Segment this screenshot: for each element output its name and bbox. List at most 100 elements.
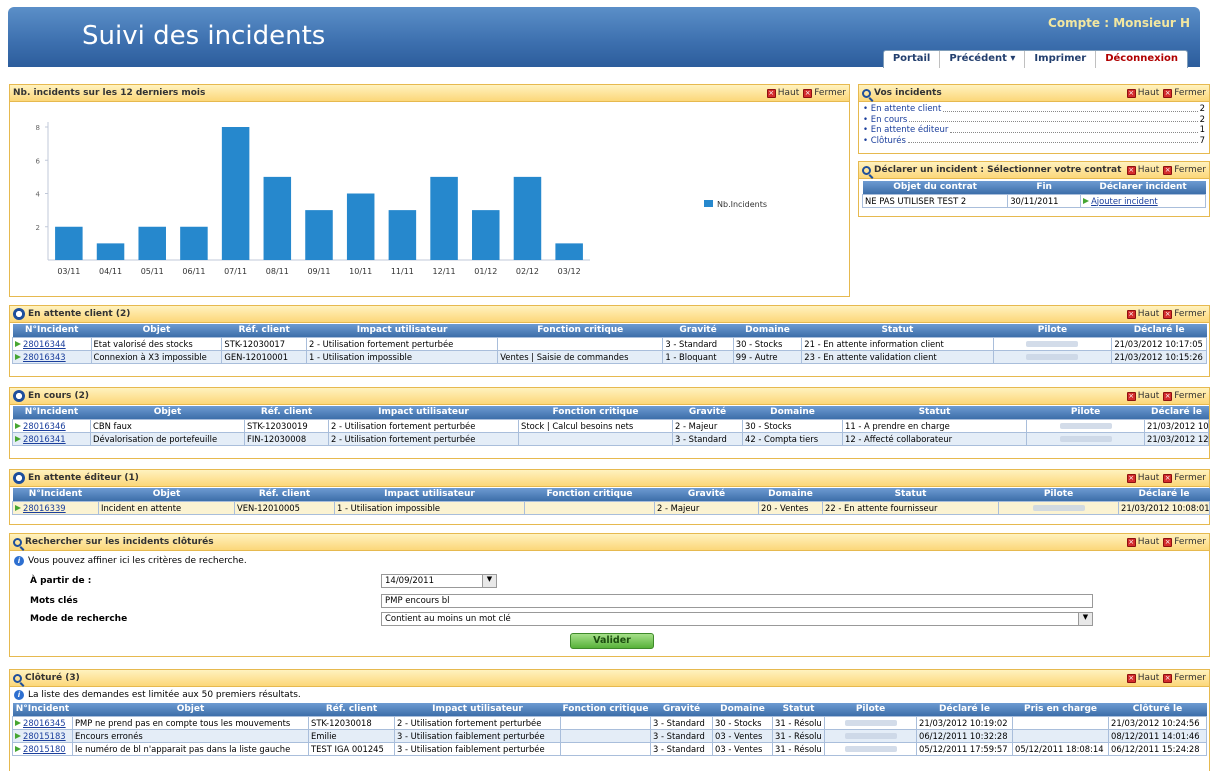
redacted-name — [844, 719, 897, 726]
app-header: Suivi des incidents Compte : Monsieur H … — [8, 7, 1200, 68]
x-tick-label: 01/12 — [474, 267, 497, 276]
vos-item[interactable]: • Clôturés 7 — [863, 136, 1205, 147]
nav-imprimer[interactable]: Imprimer — [1025, 51, 1097, 68]
haut-button[interactable]: × Haut — [1126, 88, 1159, 98]
arrow-icon — [15, 354, 21, 360]
mode-select[interactable]: Contient au moins un mot clé ▼ — [381, 612, 1093, 626]
table-row[interactable]: 28016344 Etat valorisé des stocks STK-1203… — [12, 336, 1207, 351]
table-cell: 2 - Utilisation fortement perturbée — [305, 336, 499, 351]
col-header: Réf. client — [234, 488, 335, 501]
info-icon: i — [14, 556, 24, 566]
table-cell: 3 - Standard — [662, 336, 734, 351]
incident-link[interactable]: 28015183 — [12, 728, 73, 743]
haut-button[interactable]: × Haut — [1126, 165, 1159, 175]
fermer-button[interactable]: × Fermer — [1163, 165, 1206, 175]
bar — [96, 243, 125, 260]
redacted-name — [1059, 422, 1112, 429]
keywords-input[interactable]: PMP encours bl — [381, 594, 1093, 608]
collapse-icon: × — [1126, 309, 1136, 319]
table-cell: 23 - En attente validation client — [801, 349, 994, 364]
table-cell — [560, 728, 651, 743]
col-header: Domaine — [742, 406, 843, 419]
table-cell: VEN-12010005 — [234, 500, 335, 515]
haut-button[interactable]: × Haut — [1126, 391, 1159, 401]
fermer-button[interactable]: × Fermer — [1163, 391, 1206, 401]
chevron-down-icon[interactable]: ▼ — [1078, 613, 1092, 625]
table-row[interactable]: 28015183 Encours erronés Emilie 3 - Utilisa… — [12, 728, 1207, 743]
col-header: Domaine — [712, 703, 773, 716]
col-header: Pilote — [998, 488, 1119, 501]
table-row[interactable]: 28016346 CBN faux STK-12030019 2 - Utilisat… — [12, 418, 1209, 433]
close-icon: × — [1163, 473, 1173, 483]
chevron-down-icon[interactable]: ▼ — [482, 575, 496, 587]
col-header: Fonction critique — [518, 406, 673, 419]
redacted-name — [844, 745, 897, 752]
haut-button[interactable]: × Haut — [1126, 537, 1159, 547]
fermer-button[interactable]: × Fermer — [1163, 309, 1206, 319]
incident-link[interactable]: 28016343 — [12, 349, 92, 364]
editeur-table: N°Incident Objet Réf. client Impact utilisa… — [12, 488, 1210, 515]
close-icon: × — [1163, 88, 1173, 98]
col-header: Gravité — [662, 324, 734, 337]
table-row[interactable]: 28016345 PMP ne prend pas en compte tous … — [12, 715, 1207, 730]
nav-precedent[interactable]: Précédent ▾ — [940, 51, 1026, 68]
add-incident-label[interactable]: Ajouter incident — [1091, 196, 1158, 206]
incident-link[interactable]: 28016345 — [12, 715, 73, 730]
table-row[interactable]: 28016341 Dévalorisation de portefeuille FI… — [12, 431, 1209, 446]
recherche-title: Rechercher sur les incidents clôturés — [25, 537, 214, 547]
contract-objet: NE PAS UTILISER TEST 2 — [861, 193, 1009, 208]
haut-button[interactable]: × Haut — [766, 88, 799, 98]
table-cell: 21/03/2012 10:20:16 — [1144, 418, 1209, 433]
fermer-button[interactable]: × Fermer — [1163, 673, 1206, 683]
table-row[interactable]: 28015180 le numéro de bl n'apparait pas d… — [12, 741, 1207, 756]
fermer-button[interactable]: × Fermer — [1163, 88, 1206, 98]
nav-portail[interactable]: Portail — [884, 51, 941, 68]
vos-item[interactable]: • En attente éditeur 1 — [863, 125, 1205, 136]
nav-deconnexion[interactable]: Déconnexion — [1096, 51, 1187, 68]
vos-item[interactable]: • En attente client 2 — [863, 104, 1205, 115]
incident-link[interactable]: 28015180 — [12, 741, 73, 756]
table-row[interactable]: 28016343 Connexion à X3 impossible GEN-120… — [12, 349, 1207, 364]
table-cell — [497, 336, 664, 351]
haut-button[interactable]: × Haut — [1126, 309, 1159, 319]
fermer-button[interactable]: × Fermer — [803, 88, 846, 98]
incident-link[interactable]: 28016344 — [12, 336, 92, 351]
haut-button[interactable]: × Haut — [1126, 673, 1159, 683]
table-cell: STK-12030018 — [308, 715, 395, 730]
table-cell: 30 - Stocks — [732, 336, 803, 351]
pilote-cell — [1026, 431, 1145, 446]
table-cell: 3 - Standard — [672, 431, 743, 446]
incidents-bar-chart: 2 4 6 8 03/11 04/11 05/11 06/11 07/11 08/11 09/11 1… — [36, 122, 767, 276]
col-header: Réf. client — [308, 703, 395, 716]
incident-link[interactable]: 28016341 — [12, 431, 91, 446]
haut-button[interactable]: × Haut — [1126, 473, 1159, 483]
table-cell: Encours erronés — [72, 728, 309, 743]
vos-item[interactable]: • En cours 2 — [863, 115, 1205, 126]
search-icon — [13, 537, 22, 547]
incident-link[interactable]: 28016346 — [12, 418, 91, 433]
table-cell: 1 - Utilisation impossible — [334, 500, 525, 515]
add-incident-link[interactable]: Ajouter incident — [1080, 193, 1206, 208]
table-cell: TEST IGA 001245 — [308, 741, 395, 756]
arrow-icon — [15, 733, 21, 739]
table-cell: GEN-12010001 — [221, 349, 307, 364]
table-cell — [524, 500, 655, 515]
col-header: Pilote — [824, 703, 917, 716]
col-header: Gravité — [654, 488, 759, 501]
table-cell: STK-12030017 — [221, 336, 307, 351]
redacted-name — [1059, 435, 1112, 442]
table-cell: PMP ne prend pas en compte tous les mouv… — [72, 715, 309, 730]
collapse-icon: × — [1126, 473, 1136, 483]
account-label: Compte : Monsieur H — [1048, 16, 1190, 30]
pilote-cell — [992, 336, 1113, 351]
fermer-button[interactable]: × Fermer — [1163, 537, 1206, 547]
x-tick-label: 07/11 — [224, 267, 247, 276]
table-cell: 3 - Utilisation faiblement perturbée — [394, 728, 561, 743]
from-date-select[interactable]: 14/09/2011 ▼ — [381, 574, 497, 588]
valider-button[interactable]: Valider — [570, 633, 654, 649]
close-icon: × — [803, 88, 813, 98]
en-cours-panel: En cours (2) × Haut × Fermer N°Incident Objet R… — [9, 387, 1210, 459]
incident-link[interactable]: 28016339 — [12, 500, 99, 515]
fermer-button[interactable]: × Fermer — [1163, 473, 1206, 483]
table-row[interactable]: 28016339 Incident en attente VEN-12010005 1… — [12, 500, 1210, 515]
